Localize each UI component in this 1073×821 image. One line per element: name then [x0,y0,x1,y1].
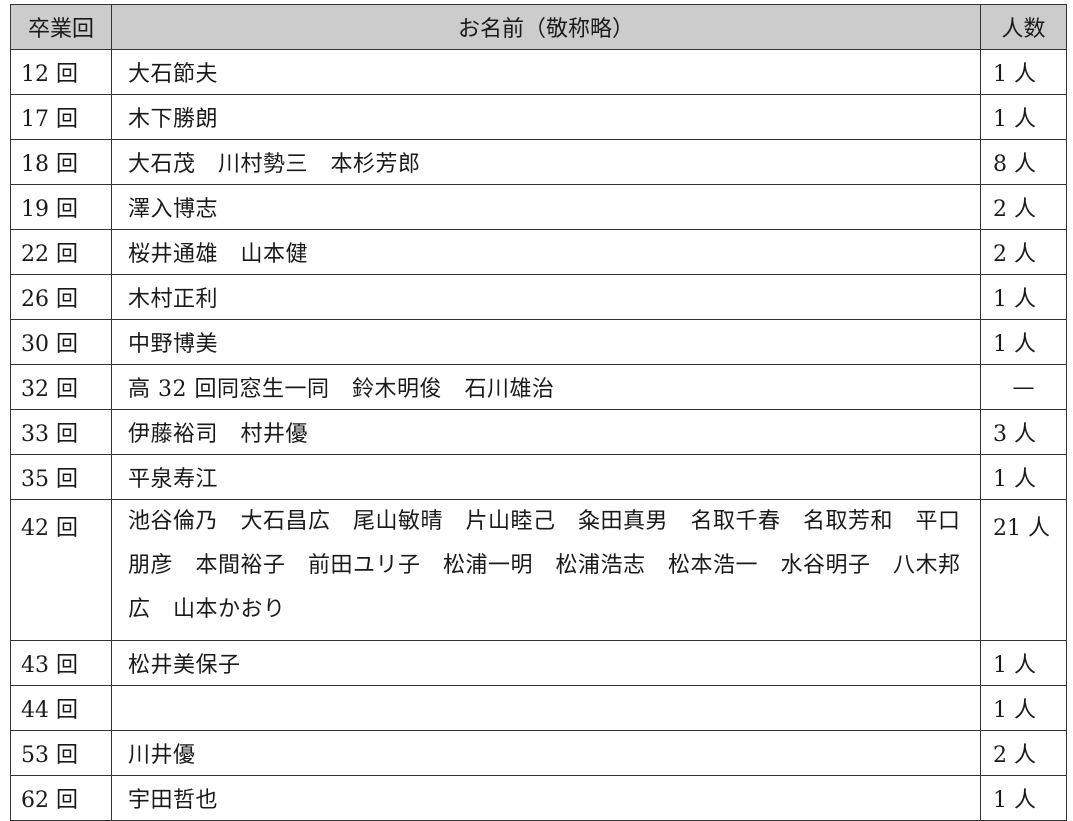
count-cell: 2 人 [980,184,1067,230]
table-row: 30 回 中野博美 1 人 [10,319,1067,365]
names-cell: 松井美保子 [111,640,981,686]
header-graduation-year: 卒業回 [10,4,112,50]
table-row: 32 回 高 32 回同窓生一同 鈴木明俊 石川雄治 — [10,364,1067,410]
names-cell: 桜井通雄 山本健 [111,229,981,275]
table-row: 35 回 平泉寿江 1 人 [10,454,1067,500]
names-cell: 池谷倫乃 大石昌広 尾山敏晴 片山睦己 粂田真男 名取千春 名取芳和 平口朋彦 … [111,499,981,641]
count-cell: 2 人 [980,730,1067,776]
graduation-year-cell: 12 回 [10,49,112,95]
table-row: 62 回 宇田哲也 1 人 [10,775,1067,821]
names-cell: 木村正利 [111,274,981,320]
header-names: お名前（敬称略） [111,4,981,50]
names-cell: 大石節夫 [111,49,981,95]
names-cell [111,685,981,731]
graduation-year-cell: 18 回 [10,139,112,185]
graduation-year-cell: 32 回 [10,364,112,410]
table-row: 22 回 桜井通雄 山本健 2 人 [10,229,1067,275]
table-row: 18 回 大石茂 川村勢三 本杉芳郎 8 人 [10,139,1067,185]
table-row: 17 回 木下勝朗 1 人 [10,94,1067,140]
table-row: 19 回 澤入博志 2 人 [10,184,1067,230]
graduation-year-cell: 17 回 [10,94,112,140]
names-cell: 伊藤裕司 村井優 [111,409,981,455]
table-header-row: 卒業回 お名前（敬称略） 人数 [10,4,1067,50]
header-count: 人数 [980,4,1067,50]
graduation-year-cell: 22 回 [10,229,112,275]
graduation-year-cell: 33 回 [10,409,112,455]
count-cell: 1 人 [980,454,1067,500]
count-cell: 21 人 [980,499,1067,641]
names-cell: 平泉寿江 [111,454,981,500]
count-cell: 1 人 [980,685,1067,731]
table-row: 26 回 木村正利 1 人 [10,274,1067,320]
names-cell: 宇田哲也 [111,775,981,821]
graduation-year-cell: 42 回 [10,499,112,641]
count-cell: 1 人 [980,775,1067,821]
table-row: 12 回 大石節夫 1 人 [10,49,1067,95]
graduation-year-cell: 35 回 [10,454,112,500]
graduation-year-cell: 62 回 [10,775,112,821]
names-cell: 大石茂 川村勢三 本杉芳郎 [111,139,981,185]
count-cell: 1 人 [980,49,1067,95]
names-cell: 中野博美 [111,319,981,365]
count-cell: 1 人 [980,94,1067,140]
table-row: 33 回 伊藤裕司 村井優 3 人 [10,409,1067,455]
count-cell: 1 人 [980,640,1067,686]
table-row: 44 回 1 人 [10,685,1067,731]
graduation-year-cell: 26 回 [10,274,112,320]
graduation-year-cell: 43 回 [10,640,112,686]
donor-table: 卒業回 お名前（敬称略） 人数 12 回 大石節夫 1 人 17 回 木下勝朗 … [10,4,1067,821]
table-row: 43 回 松井美保子 1 人 [10,640,1067,686]
count-cell: — [980,364,1067,410]
table-row: 53 回 川井優 2 人 [10,730,1067,776]
count-cell: 1 人 [980,319,1067,365]
graduation-year-cell: 53 回 [10,730,112,776]
count-cell: 8 人 [980,139,1067,185]
count-cell: 3 人 [980,409,1067,455]
names-cell: 澤入博志 [111,184,981,230]
graduation-year-cell: 19 回 [10,184,112,230]
graduation-year-cell: 44 回 [10,685,112,731]
table-row: 42 回 池谷倫乃 大石昌広 尾山敏晴 片山睦己 粂田真男 名取千春 名取芳和 … [10,499,1067,641]
names-cell: 高 32 回同窓生一同 鈴木明俊 石川雄治 [111,364,981,410]
count-cell: 1 人 [980,274,1067,320]
count-cell: 2 人 [980,229,1067,275]
names-cell: 木下勝朗 [111,94,981,140]
graduation-year-cell: 30 回 [10,319,112,365]
names-cell: 川井優 [111,730,981,776]
